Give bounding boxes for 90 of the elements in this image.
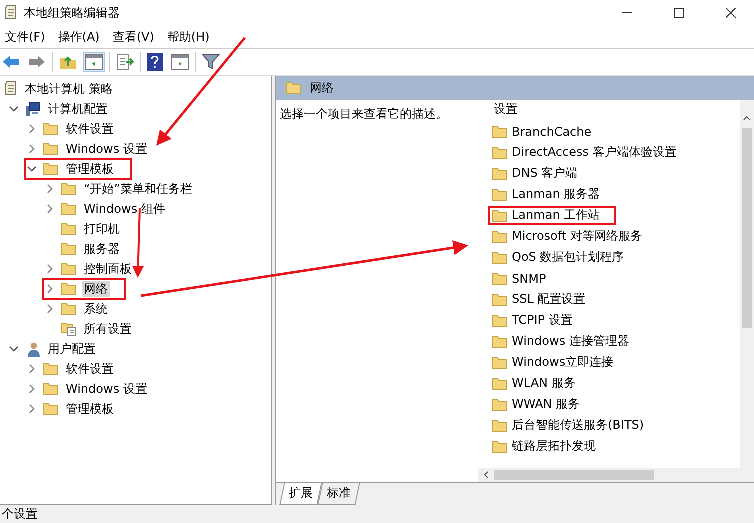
scroll-up-icon[interactable] xyxy=(743,114,751,122)
tree-item[interactable]: 本地计算机 策略 xyxy=(2,78,131,100)
folder-icon xyxy=(43,162,59,176)
tree-item[interactable]: 服务器 xyxy=(42,238,138,260)
tree-item[interactable]: 软件设置 xyxy=(24,358,132,380)
horizontal-scrollbar[interactable] xyxy=(478,468,754,482)
show-pane-button[interactable] xyxy=(169,52,191,72)
export-list-button[interactable] xyxy=(114,52,136,72)
tree-item[interactable]: 用户配置 xyxy=(6,338,114,360)
list-item[interactable]: BranchCache xyxy=(488,122,608,141)
tree-item[interactable]: 控制面板 xyxy=(42,258,150,280)
close-icon xyxy=(726,8,736,18)
list-item[interactable]: WLAN 服务 xyxy=(488,374,592,393)
list-item[interactable]: WWAN 服务 xyxy=(488,395,596,414)
tree-item[interactable]: “开始”菜单和任务栏 xyxy=(42,178,210,200)
folder-icon xyxy=(492,292,508,306)
scroll-icon xyxy=(4,81,18,97)
tree-item[interactable]: 所有设置 xyxy=(42,318,150,340)
folder-icon xyxy=(43,382,59,396)
filter-icon[interactable] xyxy=(200,52,222,72)
folder-icon xyxy=(61,222,77,236)
list-item[interactable]: QoS 数据包计划程序 xyxy=(488,248,640,267)
tree-item[interactable]: 打印机 xyxy=(42,218,138,240)
folder-icon xyxy=(492,230,508,244)
folder-icon xyxy=(492,250,508,264)
user-icon xyxy=(25,341,41,357)
folder-icon xyxy=(492,356,508,370)
pane-title: 网络 xyxy=(310,80,334,96)
folder-icon xyxy=(43,402,59,416)
view-tab[interactable]: 标准 xyxy=(318,483,360,505)
list-item[interactable]: Lanman 工作站 xyxy=(488,206,616,225)
folder-icon xyxy=(61,202,77,216)
folder-icon xyxy=(492,208,508,222)
menu-item[interactable]: 文件(F) xyxy=(0,26,54,48)
folder-icon xyxy=(61,282,77,296)
folder-icon xyxy=(492,146,508,160)
help-button[interactable] xyxy=(145,51,165,73)
tree-item[interactable]: 管理模板 xyxy=(24,398,132,420)
list-item[interactable]: Windows 连接管理器 xyxy=(488,332,646,351)
scroll-left-icon[interactable] xyxy=(482,471,490,479)
tree-item[interactable]: 网络 xyxy=(42,278,126,300)
folder-icon xyxy=(43,142,59,156)
menu-item[interactable]: 帮助(H) xyxy=(162,26,218,48)
list-item[interactable]: DirectAccess 客户端体验设置 xyxy=(488,143,693,162)
settings-icon xyxy=(61,321,77,337)
menu-item[interactable]: 查看(V) xyxy=(108,26,162,48)
list-item[interactable]: 后台智能传送服务(BITS) xyxy=(488,416,660,435)
list-item[interactable]: SNMP xyxy=(488,269,562,288)
folder-icon xyxy=(492,440,508,454)
list-item[interactable]: 链路层拓扑发现 xyxy=(488,437,612,456)
list-item[interactable]: TCPIP 设置 xyxy=(488,311,589,330)
folder-icon xyxy=(492,124,508,138)
folder-icon xyxy=(43,362,59,376)
folder-icon xyxy=(492,398,508,412)
tree-item[interactable]: Windows 设置 xyxy=(24,378,166,400)
tree-item[interactable]: 系统 xyxy=(42,298,126,320)
tree-item[interactable]: 软件设置 xyxy=(24,118,132,140)
menu-item[interactable]: 操作(A) xyxy=(53,26,108,48)
vertical-scrollbar[interactable] xyxy=(740,100,754,468)
list-item[interactable]: DNS 客户端 xyxy=(488,164,594,183)
folder-icon xyxy=(492,166,508,180)
folder-icon xyxy=(61,262,77,276)
description-text: 选择一个项目来查看它的描述。 xyxy=(279,106,449,123)
tree-item[interactable]: Windows 设置 xyxy=(24,138,166,160)
list-item[interactable]: Microsoft 对等网络服务 xyxy=(488,227,658,246)
maximize-icon xyxy=(674,8,684,18)
folder-icon xyxy=(43,122,59,136)
column-header[interactable]: 设置 xyxy=(492,100,740,118)
view-tab[interactable]: 扩展 xyxy=(280,483,322,505)
list-item[interactable]: Lanman 服务器 xyxy=(488,185,616,204)
folder-icon xyxy=(61,242,77,256)
folder-icon xyxy=(492,314,508,328)
folder-icon xyxy=(61,302,77,316)
folder-icon xyxy=(492,334,508,348)
tree-item[interactable]: 管理模板 xyxy=(24,158,132,180)
folder-icon xyxy=(492,272,508,286)
show-tree-button[interactable] xyxy=(83,52,105,72)
folder-icon xyxy=(492,188,508,202)
list-item[interactable]: SSL 配置设置 xyxy=(488,290,602,309)
folder-icon xyxy=(61,182,77,196)
folder-icon xyxy=(492,418,508,432)
scroll-icon xyxy=(4,5,18,21)
window-title: 本地组策略编辑器 xyxy=(24,4,121,22)
computer-icon xyxy=(25,101,41,117)
folder-icon xyxy=(492,376,508,390)
folder-icon xyxy=(286,81,302,95)
tree-item[interactable]: 计算机配置 xyxy=(6,98,126,120)
list-item[interactable]: Windows立即连接 xyxy=(488,353,630,372)
status-text: 个设置 xyxy=(2,506,38,522)
tree-item[interactable]: Windows 组件 xyxy=(42,198,184,220)
